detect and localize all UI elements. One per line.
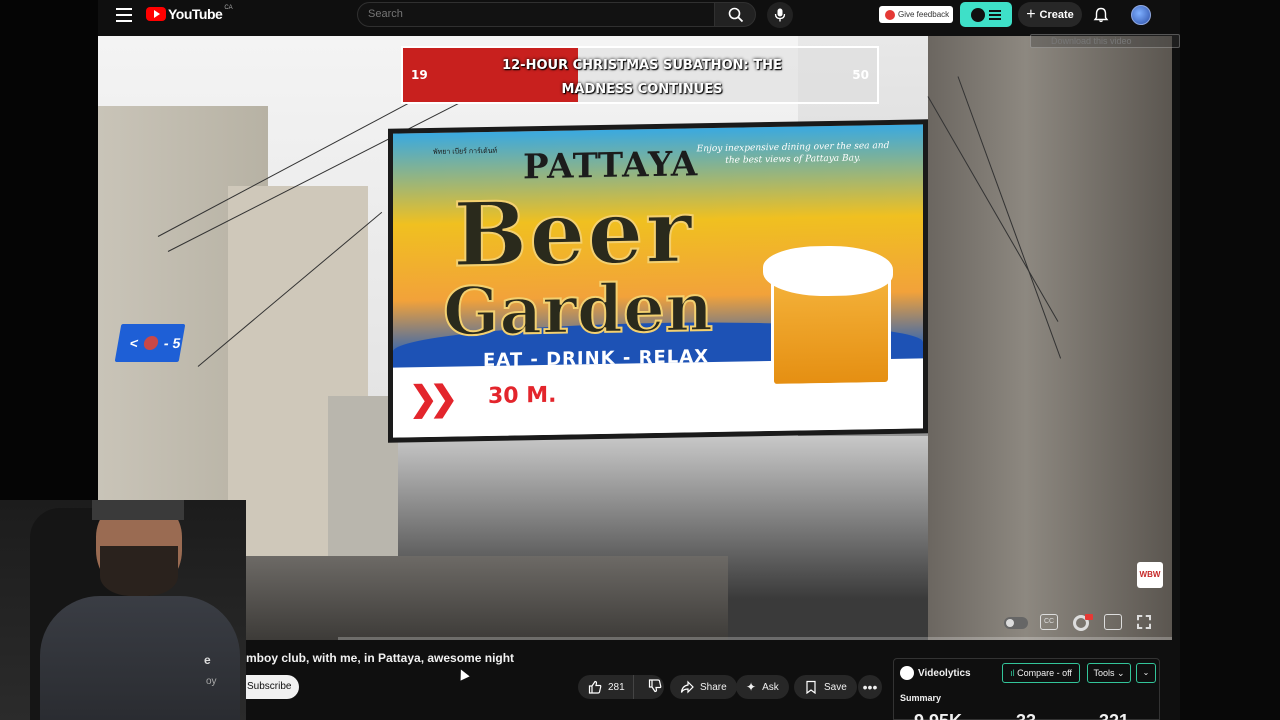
hamburger-menu-icon[interactable]: [116, 7, 132, 23]
feedback-icon: [885, 9, 895, 20]
country-code: CA: [224, 5, 233, 11]
record-dot-icon: [142, 336, 160, 350]
save-button[interactable]: Save: [794, 675, 857, 699]
sign-tagline: EAT - DRINK - RELAX: [483, 346, 710, 372]
sign-distance: 30 M.: [488, 382, 557, 409]
tools-label: Tools: [1093, 668, 1115, 678]
chevron-arrows-icon: ❯❯: [409, 379, 450, 419]
like-button[interactable]: 281: [578, 675, 634, 699]
search-input[interactable]: [368, 8, 668, 20]
dislike-button[interactable]: [640, 678, 670, 696]
sign-garden: Garden: [442, 267, 714, 352]
sparkle-icon: ✦: [746, 680, 757, 694]
compare-label: Compare - off: [1017, 668, 1072, 678]
more-dots-icon: •••: [862, 679, 878, 695]
voice-search-button[interactable]: [767, 2, 793, 28]
autoplay-toggle[interactable]: [1004, 617, 1028, 629]
ask-button[interactable]: ✦ Ask: [736, 675, 789, 699]
like-dislike-group: 281: [578, 675, 664, 699]
youtube-watch-page: YouTube CA Give feedback + Create: [0, 0, 1280, 720]
summary-stat: 33: [1016, 711, 1036, 720]
miniplayer-button[interactable]: [1104, 614, 1122, 630]
videolytics-panel: Videolytics ıl Compare - off Tools ⌄ ⌄ S…: [893, 658, 1160, 720]
save-label: Save: [824, 681, 847, 693]
create-label: Create: [1039, 8, 1074, 21]
right-margin: [1180, 0, 1280, 720]
video-player[interactable]: พัทยา เบียร์ การ์เด้นท์ PATTAYA Enjoy in…: [98, 36, 1172, 640]
search-box[interactable]: [357, 2, 715, 27]
summary-heading: Summary: [900, 693, 942, 703]
microphone-icon: [774, 8, 786, 22]
subathon-title: 12-HOUR CHRISTMAS SUBATHON: THE MADNESS …: [502, 58, 782, 97]
partial-channel-text: oy: [206, 676, 217, 687]
bar-chart-icon: ıl: [1010, 668, 1015, 678]
channel-watermark: WBW: [1137, 562, 1163, 588]
summary-stat: 321: [1099, 711, 1129, 720]
subscribe-button[interactable]: Subscribe: [246, 675, 299, 699]
video-scene-building: [928, 36, 1172, 640]
give-feedback-button[interactable]: Give feedback: [879, 6, 953, 23]
beer-foam-image: [763, 244, 893, 298]
fullscreen-icon[interactable]: [1137, 615, 1151, 629]
like-count: 281: [608, 681, 625, 693]
previous-chip[interactable]: < - 5: [114, 324, 186, 362]
webcam-person-beard: [100, 546, 178, 596]
sign-enjoy-text: Enjoy inexpensive dining over the sea an…: [696, 140, 890, 166]
videolytics-title: Videolytics: [918, 668, 971, 679]
tools-dropdown[interactable]: Tools ⌄: [1087, 663, 1131, 683]
youtube-logo[interactable]: YouTube CA: [146, 5, 233, 22]
share-label: Share: [700, 681, 727, 693]
plus-icon: +: [1026, 5, 1036, 23]
collapse-panel-button[interactable]: ⌄: [1136, 663, 1156, 683]
notifications-bell-icon[interactable]: [1093, 7, 1109, 23]
list-icon: [989, 9, 1001, 20]
video-title: mboy club, with me, in Pattaya, awesome …: [246, 651, 515, 665]
share-button[interactable]: Share: [670, 675, 737, 699]
chevron-left-icon: <: [128, 335, 140, 351]
more-actions-button[interactable]: •••: [858, 675, 882, 699]
thumbs-down-icon: [648, 678, 662, 692]
search-icon: [728, 7, 744, 23]
partial-title-text: e: [204, 653, 211, 667]
youtube-play-icon: [146, 7, 166, 21]
youtube-wordmark: YouTube: [168, 6, 223, 22]
video-scene-street: [228, 556, 728, 640]
subathon-left-count: 19: [411, 68, 428, 82]
subathon-right-count: 50: [852, 68, 869, 82]
streamer-webcam: [0, 500, 246, 720]
search-button[interactable]: [714, 2, 756, 27]
webcam-headband: [92, 500, 184, 520]
sign-thai-text: พัทยา เบียร์ การ์เด้นท์: [433, 147, 498, 156]
mouse-cursor: [456, 667, 470, 681]
videolytics-logo-icon: [900, 666, 914, 680]
share-arrow-icon: [680, 680, 694, 694]
video-progress-bar[interactable]: [338, 637, 1172, 640]
subathon-overlay: 19 12-HOUR CHRISTMAS SUBATHON: THE MADNE…: [401, 46, 879, 104]
chevron-down-icon: ⌄: [1116, 668, 1125, 678]
extension-button[interactable]: [960, 2, 1012, 27]
previous-chip-label: - 5: [162, 335, 182, 351]
compare-toggle-button[interactable]: ıl Compare - off: [1002, 663, 1080, 683]
ask-label: Ask: [762, 681, 779, 693]
create-button[interactable]: + Create: [1018, 2, 1082, 27]
extension-logo-icon: [971, 7, 985, 22]
bookmark-icon: [806, 680, 816, 694]
hd-badge: [1085, 614, 1093, 620]
subtitles-button[interactable]: CC: [1040, 614, 1058, 630]
thumbs-up-icon: [588, 680, 602, 694]
beer-garden-sign: พัทยา เบียร์ การ์เด้นท์ PATTAYA Enjoy in…: [388, 119, 928, 443]
feedback-label: Give feedback: [898, 10, 950, 19]
chevron-down-icon: ⌄: [1142, 668, 1150, 677]
account-avatar[interactable]: [1131, 5, 1151, 25]
summary-stat: 9.95K: [914, 711, 962, 720]
download-video-button[interactable]: Download this video: [1030, 34, 1180, 48]
